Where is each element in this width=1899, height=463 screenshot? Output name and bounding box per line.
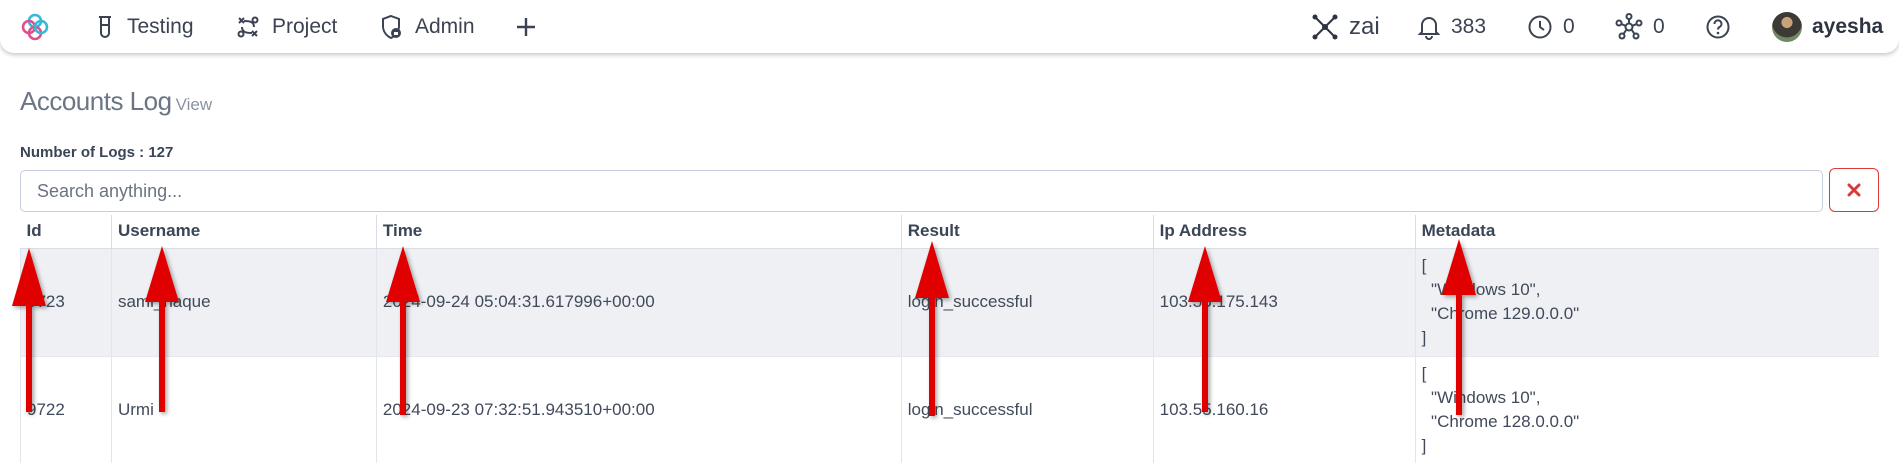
shield-icon — [382, 14, 401, 39]
cell-username: sami_haque — [110, 248, 377, 357]
metadata-line: "Chrome 128.0.0.0" — [1421, 412, 1580, 431]
table-row[interactable]: 9723 sami_haque 2024-09-24 05:04:31.6179… — [20, 248, 1879, 357]
column-header-username[interactable]: Username — [110, 215, 377, 249]
notifications-count: 383 — [1451, 14, 1487, 38]
page-title: Accounts Log View — [20, 86, 212, 117]
page-title-text: Accounts Log — [20, 86, 172, 116]
workspace-label: zai — [1349, 12, 1380, 40]
help-button[interactable] — [1705, 0, 1741, 53]
pending-count: 0 — [1563, 14, 1575, 38]
metadata-line: "Windows 10", — [1421, 388, 1541, 407]
table-row[interactable]: 9722 Urmi 2024-09-23 07:32:51.943510+00:… — [20, 356, 1879, 463]
column-header-result[interactable]: Result — [900, 215, 1154, 249]
metadata-line: ] — [1421, 328, 1427, 347]
nav-admin[interactable]: Admin — [379, 0, 475, 53]
pending-button[interactable]: 0 — [1527, 0, 1575, 53]
nav-project[interactable]: Project — [236, 0, 337, 53]
add-button[interactable] — [515, 0, 549, 53]
hub-icon — [1615, 12, 1643, 39]
metadata-line: ] — [1421, 436, 1427, 455]
cell-id: 9723 — [20, 248, 112, 357]
flask-icon — [99, 15, 111, 38]
network-count: 0 — [1653, 14, 1665, 38]
bell-icon — [1417, 16, 1441, 40]
notifications-button[interactable]: 383 — [1417, 0, 1486, 53]
table-header-row: Id Username Time Result Ip Address Metad… — [20, 215, 1879, 249]
log-count: Number of Logs : 127 — [20, 144, 174, 161]
cell-time: 2024-09-23 07:32:51.943510+00:00 — [375, 356, 902, 463]
help-icon — [1706, 15, 1730, 38]
cell-ip-address: 103.55.160.16 — [1152, 356, 1416, 463]
cell-ip-address: 103.55.175.143 — [1152, 248, 1416, 357]
cell-metadata: [ "Windows 10", "Chrome 129.0.0.0" ] — [1414, 248, 1879, 357]
accounts-log-table: Id Username Time Result Ip Address Metad… — [20, 215, 1879, 463]
nav-testing[interactable]: Testing — [95, 0, 194, 53]
cell-id: 9722 — [20, 356, 112, 463]
column-header-metadata[interactable]: Metadata — [1414, 215, 1879, 249]
clock-icon — [1528, 15, 1552, 38]
cell-result: login_successful — [900, 356, 1154, 463]
network-button[interactable]: 0 — [1615, 0, 1665, 53]
column-header-time[interactable]: Time — [375, 215, 902, 249]
user-menu[interactable]: ayesha — [1772, 0, 1883, 53]
plus-icon — [517, 17, 535, 36]
nav-admin-label: Admin — [415, 14, 475, 38]
cell-metadata: [ "Windows 10", "Chrome 128.0.0.0" ] — [1414, 356, 1879, 463]
network-nodes-icon — [1312, 14, 1338, 39]
clear-search-button[interactable] — [1829, 168, 1879, 212]
nav-project-label: Project — [272, 14, 338, 38]
column-header-id[interactable]: Id — [20, 215, 112, 249]
app-logo-icon[interactable] — [20, 12, 50, 42]
workspace-switcher[interactable]: zai — [1311, 0, 1380, 53]
metadata-line: "Chrome 129.0.0.0" — [1421, 304, 1580, 323]
page-title-sub: View — [175, 95, 213, 114]
cell-time: 2024-09-24 05:04:31.617996+00:00 — [375, 248, 902, 357]
cell-username: Urmi — [110, 356, 377, 463]
metadata-line: "Windows 10", — [1421, 280, 1541, 299]
column-header-ip-address[interactable]: Ip Address — [1152, 215, 1416, 249]
close-icon — [1847, 183, 1861, 197]
search-input[interactable] — [20, 170, 1823, 212]
flow-icon — [237, 16, 259, 37]
metadata-line: [ — [1421, 364, 1427, 383]
user-name: ayesha — [1812, 14, 1884, 38]
nav-testing-label: Testing — [127, 14, 194, 38]
top-navbar: Testing Project Admin zai 383 0 0 ayesha — [0, 0, 1899, 53]
metadata-line: [ — [1421, 256, 1427, 275]
cell-result: login_successful — [900, 248, 1154, 357]
avatar — [1772, 11, 1802, 42]
